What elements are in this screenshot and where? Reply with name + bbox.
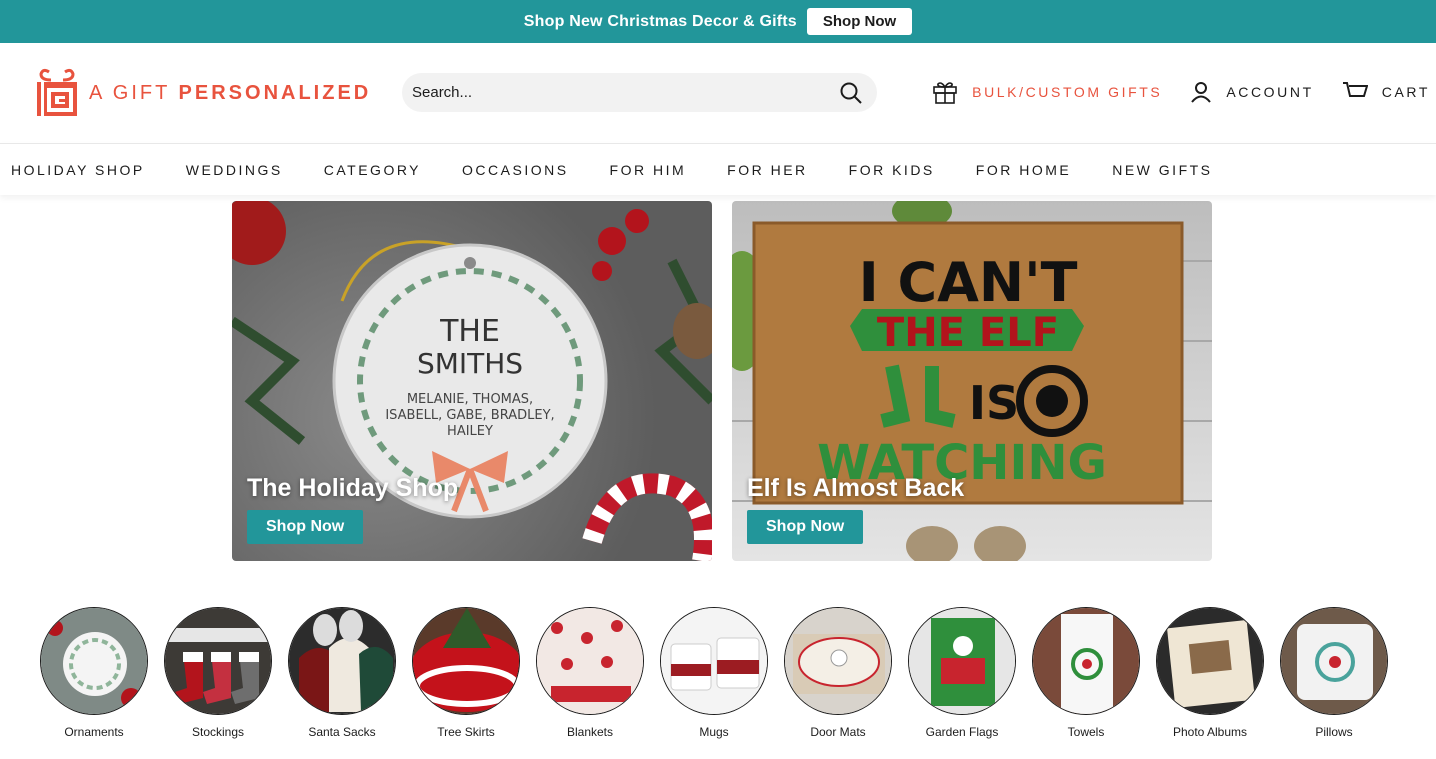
- logo[interactable]: A GIFT PERSONALIZED: [35, 68, 385, 118]
- category-blankets-image: [536, 607, 644, 715]
- category-pillows[interactable]: Pillows: [1279, 607, 1389, 739]
- category-label: Towels: [1067, 725, 1105, 739]
- category-tree-skirts-image: [412, 607, 520, 715]
- category-towels-image: [1032, 607, 1140, 715]
- promo-elf-title: Elf Is Almost Back: [747, 474, 965, 502]
- category-garden-flags[interactable]: Garden Flags: [907, 607, 1017, 739]
- category-ornaments-image: [40, 607, 148, 715]
- category-label: Mugs: [699, 725, 729, 739]
- nav-for-him[interactable]: FOR HIM: [610, 162, 687, 178]
- logo-word-personalized: PERSONALIZED: [178, 81, 372, 104]
- category-label: Ornaments: [64, 725, 124, 739]
- nav-weddings[interactable]: WEDDINGS: [186, 162, 283, 178]
- category-door-mats[interactable]: Door Mats: [783, 607, 893, 739]
- promo-holiday-shop-button[interactable]: Shop Now: [247, 510, 364, 544]
- doormat-image: I CAN'T THE ELF IS WATCHING: [732, 201, 1212, 561]
- announcement-bar: Shop New Christmas Decor & Gifts Shop No…: [0, 0, 1436, 43]
- cart-icon: [1342, 82, 1368, 97]
- album-icon: [1157, 608, 1263, 714]
- gift-logo-icon: [37, 68, 77, 116]
- ornament-line-4: ISABELL, GABE, BRADLEY,: [385, 408, 554, 423]
- category-label: Tree Skirts: [437, 725, 495, 739]
- nav-holiday-shop[interactable]: HOLIDAY SHOP: [11, 162, 145, 178]
- category-santa-sacks[interactable]: Santa Sacks: [287, 607, 397, 739]
- category-strip: Ornaments Stockings Santa Sacks Tree Ski…: [39, 607, 1403, 739]
- nav-new-gifts[interactable]: NEW GIFTS: [1112, 162, 1212, 178]
- category-stockings-image: [164, 607, 272, 715]
- ornament-line-3: MELANIE, THOMAS,: [407, 392, 533, 407]
- category-photo-albums[interactable]: Photo Albums: [1155, 607, 1265, 739]
- category-label: Photo Albums: [1172, 725, 1248, 739]
- cart-label: CART: [1381, 84, 1430, 100]
- sack-icon: [289, 608, 395, 714]
- account-link[interactable]: ACCOUNT: [1190, 81, 1313, 103]
- category-photo-albums-image: [1156, 607, 1264, 715]
- doormat-line-1: I CAN'T: [859, 251, 1078, 314]
- logo-word-a-gift: A GIFT: [89, 81, 170, 104]
- category-blankets[interactable]: Blankets: [535, 607, 645, 739]
- nav-category[interactable]: CATEGORY: [324, 162, 421, 178]
- nav-for-home[interactable]: FOR HOME: [976, 162, 1071, 178]
- ornament-icon: [41, 608, 147, 714]
- category-towels[interactable]: Towels: [1031, 607, 1141, 739]
- cart-link[interactable]: CART: [1342, 81, 1430, 103]
- category-label: Pillows: [1315, 725, 1353, 739]
- category-garden-flags-image: [908, 607, 1016, 715]
- bulk-custom-gifts-label: BULK/CUSTOM GIFTS: [972, 84, 1163, 100]
- search-input[interactable]: [412, 84, 839, 101]
- account-label: ACCOUNT: [1226, 84, 1314, 100]
- pillow-icon: [1281, 608, 1387, 714]
- category-door-mats-image: [784, 607, 892, 715]
- promo-holiday-shop-title: The Holiday Shop: [247, 474, 459, 502]
- category-stockings[interactable]: Stockings: [163, 607, 273, 739]
- category-santa-sacks-image: [288, 607, 396, 715]
- tree-skirt-icon: [413, 608, 519, 714]
- ornament-line-5: HAILEY: [447, 424, 493, 439]
- ornament-image: THE SMITHS MELANIE, THOMAS, ISABELL, GAB…: [232, 201, 712, 561]
- bulk-custom-gifts-link[interactable]: BULK/CUSTOM GIFTS: [932, 79, 1162, 105]
- category-label: Blankets: [566, 725, 614, 739]
- gift-icon: [933, 82, 957, 104]
- doormat-line-2: THE ELF: [877, 310, 1059, 356]
- user-icon: [1191, 82, 1212, 103]
- promo-elf-button[interactable]: Shop Now: [747, 510, 864, 544]
- category-label: Stockings: [191, 725, 245, 739]
- flag-icon: [909, 608, 1015, 714]
- header-links: BULK/CUSTOM GIFTS ACCOUNT CART: [932, 79, 1430, 105]
- blanket-icon: [537, 608, 643, 714]
- nav-for-her[interactable]: FOR HER: [727, 162, 808, 178]
- category-mugs-image: [660, 607, 768, 715]
- ornament-line-2: SMITHS: [417, 347, 523, 380]
- door-mat-icon: [785, 608, 891, 714]
- logo-text: A GIFT PERSONALIZED: [89, 82, 371, 105]
- nav-for-kids[interactable]: FOR KIDS: [849, 162, 935, 178]
- towel-icon: [1033, 608, 1139, 714]
- announcement-text: Shop New Christmas Decor & Gifts: [523, 12, 797, 30]
- hero-section: THE SMITHS MELANIE, THOMAS, ISABELL, GAB…: [232, 201, 1212, 561]
- promo-elf[interactable]: I CAN'T THE ELF IS WATCHING Elf Is Almos…: [732, 201, 1212, 561]
- search-bar: [402, 73, 877, 112]
- announcement-shop-now-button[interactable]: Shop Now: [806, 8, 913, 35]
- category-pillows-image: [1280, 607, 1388, 715]
- main-nav: HOLIDAY SHOP WEDDINGS CATEGORY OCCASIONS…: [0, 143, 1436, 195]
- category-ornaments[interactable]: Ornaments: [39, 607, 149, 739]
- category-label: Santa Sacks: [308, 725, 376, 739]
- search-icon[interactable]: [839, 81, 863, 105]
- category-tree-skirts[interactable]: Tree Skirts: [411, 607, 521, 739]
- category-mugs[interactable]: Mugs: [659, 607, 769, 739]
- stocking-icon: [165, 608, 271, 714]
- doormat-line-3: IS: [969, 376, 1019, 430]
- category-label: Door Mats: [810, 725, 866, 739]
- nav-occasions[interactable]: OCCASIONS: [462, 162, 569, 178]
- category-label: Garden Flags: [925, 725, 999, 739]
- site-header: A GIFT PERSONALIZED BULK/CUSTOM GIFTS AC…: [0, 43, 1436, 143]
- promo-holiday-shop[interactable]: THE SMITHS MELANIE, THOMAS, ISABELL, GAB…: [232, 201, 712, 561]
- ornament-line-1: THE: [439, 314, 500, 349]
- mug-icon: [661, 608, 767, 714]
